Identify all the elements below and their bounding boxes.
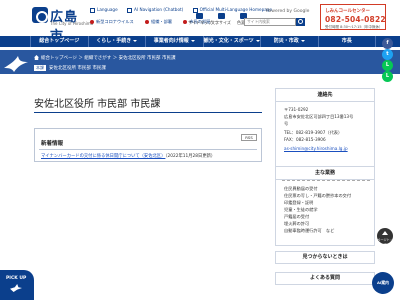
duty-item: 印鑑登録・証明 — [284, 200, 314, 205]
line-icon[interactable]: L — [382, 60, 393, 71]
faq-button[interactable]: よくある質問 — [275, 272, 375, 285]
home-icon — [34, 55, 39, 60]
call-center-box: しみんコールセンター 082-504-0822 受付時間 8:30〜17:15（… — [320, 4, 386, 30]
contact-line: FAX：082-815-3906 — [284, 137, 326, 142]
search-button[interactable] — [296, 18, 305, 26]
nav-item-life[interactable]: くらし・手続き — [89, 36, 146, 47]
dove-icon — [2, 50, 30, 74]
rss-button[interactable]: RSS — [241, 134, 257, 141]
contact-panel: 連絡先 〒731-0292 広島市安佐北区可部四丁目13番13号 号 TEL：0… — [275, 88, 375, 168]
nav-item-tourism[interactable]: 観光・文化・スポーツ — [204, 36, 261, 47]
page-title: 安佐北区役所 市民部 市民課 — [34, 99, 161, 110]
not-found-button[interactable]: 見つからないときは — [275, 251, 375, 264]
ai-guide-label: AI案内 — [377, 280, 389, 285]
chevron-down-icon — [300, 39, 305, 42]
call-center-phone[interactable]: 082-504-0822 — [325, 15, 386, 24]
contact-line: TEL：082-819-3907（代表） — [284, 130, 343, 135]
news-title: 新着情報 — [41, 141, 64, 147]
site-header: 広島市 The City of Hiroshima Language AI Na… — [0, 0, 400, 44]
title-underline — [34, 112, 262, 113]
duty-item: 児童・生徒の就学 — [284, 207, 318, 212]
duty-item: 住民異動届の受付 — [284, 186, 318, 191]
news-link[interactable]: マイナンバーカードの交付に係る休日開庁について（安佐北区） — [41, 154, 165, 159]
contact-line: 〒731-0292 — [284, 107, 309, 112]
divider — [39, 149, 257, 150]
breadcrumb-sub-label: 本課 — [34, 65, 46, 71]
search-input[interactable]: サイト内検索 — [244, 18, 296, 26]
language-link[interactable]: Language — [90, 7, 122, 13]
covid-link[interactable]: 新型コロナウイルス — [90, 19, 139, 24]
contact-email-link[interactable]: as-shimin@city.hiroshima.lg.jp — [284, 146, 348, 151]
social-icons: f t L L — [382, 38, 396, 82]
sitemap-icon — [195, 13, 203, 19]
breadcrumb: 総合トップページ ＞ 組織でさがす ＞ 安佐北区役所 市民部 市民課 — [34, 55, 176, 61]
google-powered-label: Powered by Google — [266, 9, 310, 14]
font-size-icon — [217, 13, 225, 19]
facebook-icon[interactable]: f — [382, 38, 393, 49]
pickup-label: PICK UP — [6, 276, 27, 281]
breadcrumb-sub: 本課 安佐北区役所 市民部 市民課 — [34, 65, 106, 71]
contact-line: 広島市安佐北区可部四丁目13番13号 — [284, 114, 354, 119]
divider — [282, 180, 370, 181]
multi-language-link[interactable]: Official Multi-Language Homepage — [192, 7, 276, 13]
twitter-icon[interactable]: t — [382, 49, 393, 60]
city-emblem-icon — [32, 7, 48, 23]
site-logo[interactable]: 広島市 The City of Hiroshima — [32, 6, 93, 44]
breadcrumb-path[interactable]: 総合トップページ ＞ 組織でさがす ＞ 安佐北区役所 市民部 市民課 — [41, 56, 176, 61]
font-size-button[interactable]: 文字サイズ — [210, 13, 232, 27]
call-center-title: しみんコールセンター — [325, 9, 370, 14]
global-nav: 総合トップページ くらし・手続き 事業者向け情報 観光・文化・スポーツ 防災・市… — [0, 36, 400, 47]
nav-item-business[interactable]: 事業者向け情報 — [146, 36, 204, 47]
nav-item-mayor[interactable]: 市長 — [319, 36, 376, 47]
nav-item-top[interactable]: 総合トップページ — [30, 36, 89, 47]
global-nav-items: 総合トップページ くらし・手続き 事業者向け情報 観光・文化・スポーツ 防災・市… — [30, 36, 376, 47]
organization-link[interactable]: 組織・部署 — [145, 19, 177, 24]
pickup-button[interactable]: PICK UP — [0, 270, 34, 300]
news-date: （2022年11月28日更新） — [165, 154, 216, 159]
page-top-label: ページトップ — [377, 238, 393, 247]
breadcrumb-sub-text: 安佐北区役所 市民部 市民課 — [49, 66, 106, 71]
line-icon[interactable]: L — [382, 71, 393, 82]
contact-heading: 連絡先 — [276, 89, 374, 102]
ai-guide-button[interactable]: AI案内 — [372, 272, 394, 294]
page-top-button[interactable]: ページトップ — [377, 228, 393, 247]
news-item: マイナンバーカードの交付に係る休日開庁について（安佐北区）（2022年11月28… — [41, 153, 215, 159]
logo-subtitle: The City of Hiroshima — [50, 21, 94, 26]
chevron-down-icon — [133, 39, 138, 42]
contact-line: 号 — [284, 121, 289, 126]
duty-item: 戸籍届の受付 — [284, 214, 310, 219]
chevron-down-icon — [190, 39, 195, 42]
duty-item: 自動車臨時運行許可 など — [284, 228, 335, 233]
duties-panel: 主な業務 住民異動届の受付 住民票の写し・戸籍の謄抄本の交付 印鑑登録・証明 児… — [275, 166, 375, 246]
news-box: 新着情報 RSS マイナンバーカードの交付に係る休日開庁について（安佐北区）（2… — [34, 128, 262, 162]
chevron-down-icon — [255, 39, 260, 42]
sitemap-button[interactable]: サイトマップ — [188, 13, 212, 27]
duty-item: 埋火葬の許可 — [284, 221, 310, 226]
call-center-hours: 受付時間 8:30〜17:15（年中無休） — [325, 25, 383, 29]
duties-heading: 主な業務 — [276, 167, 374, 180]
ai-chatbot-link[interactable]: AI Navigation (Chatbot) — [127, 7, 187, 13]
duty-item: 住民票の写し・戸籍の謄抄本の交付 — [284, 193, 352, 198]
dove-icon — [10, 284, 22, 292]
nav-item-disaster[interactable]: 防災・市政 — [261, 36, 319, 47]
